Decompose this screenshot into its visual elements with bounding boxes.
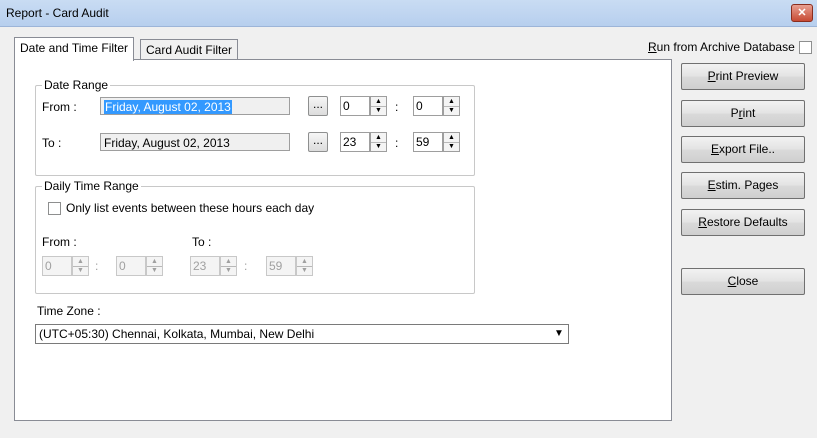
- dialog-client: Date and Time Filter Card Audit Filter R…: [0, 27, 817, 438]
- time-colon: :: [244, 259, 248, 273]
- spin-down-icon[interactable]: ▼: [444, 142, 459, 151]
- spin-down-icon[interactable]: ▼: [371, 142, 386, 151]
- from-label: From :: [42, 100, 77, 114]
- daily-hours-checkbox-label: Only list events between these hours eac…: [66, 201, 315, 215]
- to-date-browse-button[interactable]: ...: [308, 132, 328, 152]
- date-range-title: Date Range: [42, 78, 111, 92]
- time-colon: :: [395, 136, 399, 150]
- from-date-field[interactable]: Friday, August 02, 2013: [100, 97, 290, 115]
- daily-to-hour-spinner[interactable]: ▲ ▼: [220, 256, 237, 276]
- chevron-down-icon[interactable]: ▼: [551, 326, 567, 342]
- from-hour-spinner[interactable]: ▲ ▼: [370, 96, 387, 116]
- spin-down-icon[interactable]: ▼: [221, 266, 236, 275]
- daily-from-label: From :: [42, 235, 77, 249]
- close-icon[interactable]: ✕: [791, 4, 813, 22]
- daily-from-hour-input[interactable]: 0: [42, 256, 72, 276]
- to-label: To :: [42, 136, 62, 150]
- spin-down-icon[interactable]: ▼: [371, 106, 386, 115]
- date-range-group: Date Range From : Friday, August 02, 201…: [35, 78, 475, 176]
- export-file-button[interactable]: Export File..: [681, 136, 805, 163]
- archive-database-checkbox[interactable]: [799, 41, 812, 54]
- daily-to-label: To :: [192, 235, 212, 249]
- to-hour-spinner[interactable]: ▲ ▼: [370, 132, 387, 152]
- time-zone-select[interactable]: (UTC+05:30) Chennai, Kolkata, Mumbai, Ne…: [35, 324, 569, 344]
- print-button[interactable]: Print: [681, 100, 805, 127]
- spin-down-icon[interactable]: ▼: [444, 106, 459, 115]
- title-bar: Report - Card Audit ✕: [0, 0, 817, 27]
- time-colon: :: [395, 100, 399, 114]
- daily-hours-checkbox[interactable]: [48, 202, 61, 215]
- daily-to-hour-input[interactable]: 23: [190, 256, 220, 276]
- estim-pages-button[interactable]: Estim. Pages: [681, 172, 805, 199]
- daily-from-minute-spinner[interactable]: ▲ ▼: [146, 256, 163, 276]
- from-hour-input[interactable]: 0: [340, 96, 370, 116]
- time-zone-label: Time Zone :: [37, 304, 101, 318]
- tab-card-audit-filter[interactable]: Card Audit Filter: [140, 39, 239, 60]
- daily-to-minute-spinner[interactable]: ▲ ▼: [296, 256, 313, 276]
- tab-date-time-filter[interactable]: Date and Time Filter: [14, 37, 135, 61]
- spin-down-icon[interactable]: ▼: [297, 266, 312, 275]
- time-zone-value: (UTC+05:30) Chennai, Kolkata, Mumbai, Ne…: [39, 327, 315, 341]
- close-button[interactable]: Close: [681, 268, 805, 295]
- to-hour-input[interactable]: 23: [340, 132, 370, 152]
- to-minute-spinner[interactable]: ▲ ▼: [443, 132, 460, 152]
- restore-defaults-button[interactable]: Restore Defaults: [681, 209, 805, 236]
- to-minute-input[interactable]: 59: [413, 132, 443, 152]
- spin-down-icon[interactable]: ▼: [73, 266, 88, 275]
- from-minute-input[interactable]: 0: [413, 96, 443, 116]
- window-title: Report - Card Audit: [6, 6, 109, 20]
- daily-time-range-title: Daily Time Range: [42, 179, 141, 193]
- time-colon: :: [95, 259, 99, 273]
- date-time-filter-panel: Date Range From : Friday, August 02, 201…: [14, 59, 672, 421]
- daily-time-range-group: Daily Time Range Only list events betwee…: [35, 179, 475, 294]
- to-date-field[interactable]: Friday, August 02, 2013: [100, 133, 290, 151]
- archive-database-label: Run from Archive Database: [648, 40, 795, 54]
- spin-down-icon[interactable]: ▼: [147, 266, 162, 275]
- from-date-browse-button[interactable]: ...: [308, 96, 328, 116]
- daily-to-minute-input[interactable]: 59: [266, 256, 296, 276]
- print-preview-button[interactable]: Print Preview: [681, 63, 805, 90]
- daily-from-hour-spinner[interactable]: ▲ ▼: [72, 256, 89, 276]
- from-minute-spinner[interactable]: ▲ ▼: [443, 96, 460, 116]
- daily-from-minute-input[interactable]: 0: [116, 256, 146, 276]
